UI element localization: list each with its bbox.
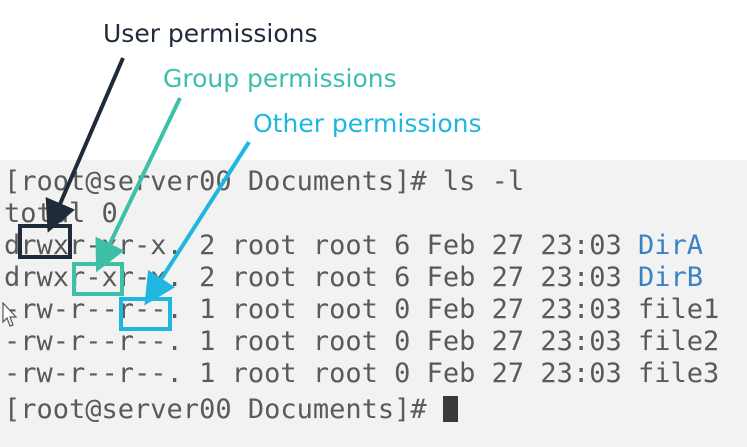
entry-name: DirB [637,262,703,293]
prompt-line: [root@server00 Documents]# ls -l [4,166,525,197]
text-cursor [442,396,458,422]
listing-row: -rw-r--r--. 1 root root 0 Feb 27 23:03 f… [4,326,719,358]
mouse-pointer-icon [2,302,18,327]
entry-name: file2 [637,326,720,357]
final-prompt-line: [root@server00 Documents]# [4,394,458,426]
listing-row: -rw-r--r--. 1 root root 0 Feb 27 23:03 f… [4,358,719,390]
entry-name: file1 [637,294,720,325]
user-permissions-label: User permissions [103,19,318,48]
other-permissions-box [119,297,172,331]
entry-details: 1 root root 0 Feb 27 23:03 [182,358,638,389]
entry-details: 1 root root 0 Feb 27 23:03 [182,326,638,357]
entry-details: 2 root root 6 Feb 27 23:03 [182,262,638,293]
group-permissions-label: Group permissions [163,64,397,93]
terminal-window[interactable]: [root@server00 Documents]# ls -l total 0… [0,160,747,447]
listing-row: drwxr-xr-x. 2 root root 6 Feb 27 23:03 D… [4,230,703,262]
entry-name: DirA [637,230,703,261]
final-prompt: [root@server00 Documents]# [4,394,443,425]
user-permissions-box [18,224,72,259]
group-permissions-box [72,262,124,296]
entry-details: 2 root root 6 Feb 27 23:03 [182,230,638,261]
entry-name: file3 [637,358,720,389]
entry-details: 1 root root 0 Feb 27 23:03 [182,294,638,325]
permissions-string: -rw-r--r--. [4,358,183,389]
other-permissions-label: Other permissions [253,109,482,138]
listing-row: -rw-r--r--. 1 root root 0 Feb 27 23:03 f… [4,294,719,326]
